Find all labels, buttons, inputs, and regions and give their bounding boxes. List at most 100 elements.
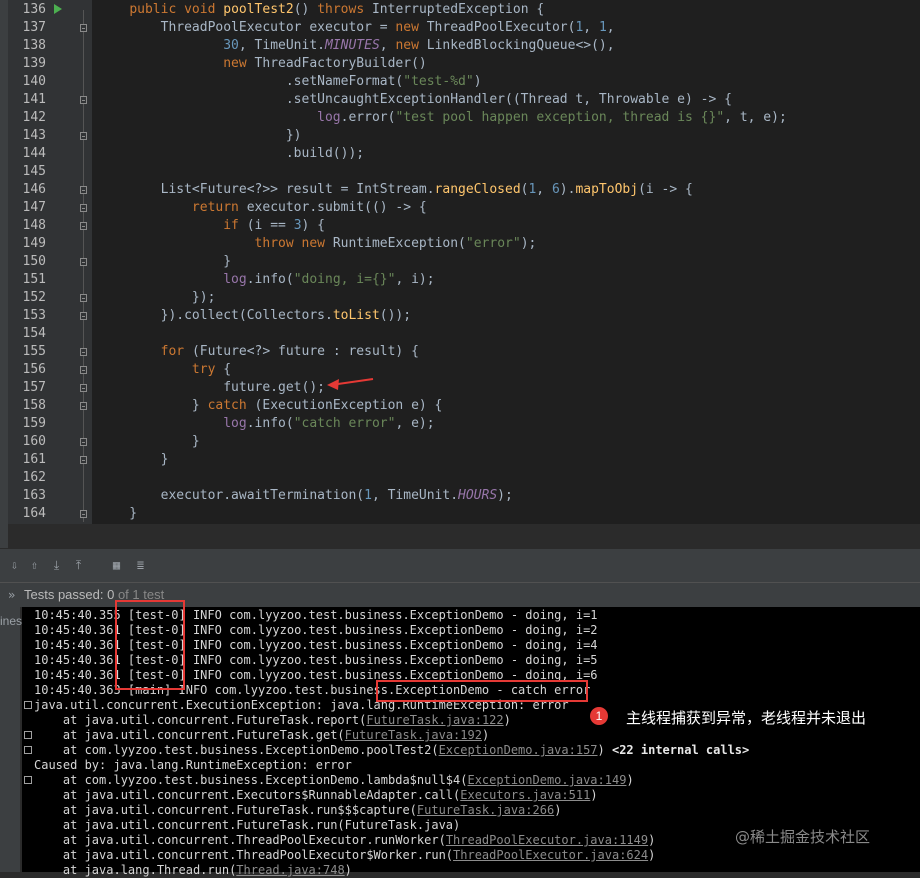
code-token: HOURS [458,488,498,503]
code-line[interactable]: } [98,451,169,469]
code-token: , [583,20,599,35]
stack-frame-link[interactable]: FutureTask.java:192 [345,728,482,742]
fold-marker-icon[interactable] [80,24,87,32]
code-line[interactable]: ThreadPoolExecutor executor = new Thread… [98,19,615,37]
fold-marker-icon[interactable] [80,402,87,410]
test-tree-panel[interactable]: ines [0,606,22,872]
fold-marker-icon[interactable] [80,96,87,104]
code-line[interactable]: } [98,253,231,271]
stacktrace-fold-icon[interactable] [24,701,32,709]
console-line: at java.util.concurrent.Executors$Runnab… [34,788,598,803]
code-token: () [293,2,318,17]
code-token: ). [559,182,576,197]
code-line[interactable]: if (i == 3) { [98,217,325,235]
code-line[interactable]: .setUncaughtExceptionHandler((Thread t, … [98,91,732,109]
line-number: 152 [22,290,46,305]
code-line[interactable]: log.info("catch error", e); [98,415,434,433]
code-line[interactable]: throw new RuntimeException("error"); [98,235,537,253]
code-line[interactable]: }).collect(Collectors.toList()); [98,307,411,325]
stack-frame-text: at java.lang.Thread.run( [34,863,237,877]
code-token: (Future<?> future : result) { [191,344,419,359]
line-number: 137 [22,20,46,35]
fold-marker-icon[interactable] [80,294,87,302]
code-line[interactable]: } [98,505,137,523]
code-line[interactable]: try { [98,361,231,379]
line-number: 139 [22,56,46,71]
code-line[interactable]: } [98,433,200,451]
code-line[interactable]: } catch (ExecutionException e) { [98,397,442,415]
fold-marker-icon[interactable] [80,258,87,266]
code-line[interactable]: List<Future<?>> result = IntStream.range… [98,181,693,199]
code-token: }) [98,128,302,143]
code-line[interactable]: future.get(); [98,379,325,397]
fold-marker-icon[interactable] [80,366,87,374]
code-line[interactable]: .build()); [98,145,364,163]
console-line: at java.util.concurrent.FutureTask.run$$… [34,803,562,818]
line-number: 153 [22,308,46,323]
console-line: at java.lang.Thread.run(Thread.java:748) [34,863,352,878]
fold-marker-icon[interactable] [80,186,87,194]
code-token: ); [520,236,537,251]
fold-marker-icon[interactable] [80,510,87,518]
code-line[interactable]: log.info("doing, i={}", i); [98,271,435,289]
code-token: executor.submit(() -> { [246,200,427,215]
table-icon[interactable]: ▦ [110,559,123,572]
line-number: 162 [22,470,46,485]
code-line[interactable]: for (Future<?> future : result) { [98,343,419,361]
code-line[interactable]: executor.awaitTermination(1, TimeUnit.HO… [98,487,513,505]
code-token: , i); [395,272,435,287]
fold-marker-icon[interactable] [80,456,87,464]
code-token: (ExecutionException e) { [254,398,443,413]
line-number: 142 [22,110,46,125]
code-line[interactable]: }) [98,127,302,145]
sort-up-icon[interactable]: ⇧ [28,559,41,572]
fold-marker-icon[interactable] [80,312,87,320]
export-icon[interactable]: ⤒ [72,559,85,572]
stack-frame-link[interactable]: Thread.java:748 [236,863,344,877]
console-line: Caused by: java.lang.RuntimeException: e… [34,758,352,773]
sort-down-icon[interactable]: ⇩ [8,559,21,572]
fold-marker-icon[interactable] [80,204,87,212]
stacktrace-fold-icon[interactable] [24,746,32,754]
code-line[interactable]: }); [98,289,216,307]
stacktrace-fold-icon[interactable] [24,731,32,739]
code-token: } [98,254,232,269]
code-token: rangeClosed [434,182,521,197]
fold-marker-icon[interactable] [80,132,87,140]
code-editor[interactable]: 136 137 138 139 140 141 142 143 144 145 146 147 148 1… [0,0,920,524]
fold-marker-icon[interactable] [80,384,87,392]
stack-frame-link[interactable]: FutureTask.java:266 [417,803,554,817]
fold-marker-icon[interactable] [80,438,87,446]
code-line[interactable]: public void poolTest2() throws Interrupt… [98,1,544,19]
settings-list-icon[interactable]: ≣ [134,559,147,572]
line-number: 164 [22,506,46,521]
stack-frame-link[interactable]: ExceptionDemo.java:149 [467,773,626,787]
internal-calls-fold: <22 internal calls> [611,743,750,757]
stack-frame-link[interactable]: ThreadPoolExecutor.java:624 [453,848,648,862]
stack-frame-link[interactable]: Executors.java:511 [460,788,590,802]
code-line[interactable]: .setNameFormat("test-%d") [98,73,482,91]
import-icon[interactable]: ⤓ [50,559,63,572]
console-line: at com.lyyzoo.test.business.ExceptionDem… [34,743,749,758]
code-line[interactable]: log.error("test pool happen exception, t… [98,109,787,127]
editor-gutter: 136 137 138 139 140 141 142 143 144 145 146 147 148 1… [8,0,92,524]
stack-frame-link[interactable]: ExceptionDemo.java:157 [439,743,598,757]
line-number: 158 [22,398,46,413]
stack-frame-link[interactable]: ThreadPoolExecutor.java:1149 [446,833,648,847]
line-number: 145 [22,164,46,179]
code-line[interactable]: 30, TimeUnit.MINUTES, new LinkedBlocking… [98,37,615,55]
stack-frame-link[interactable]: FutureTask.java:122 [366,713,503,727]
fold-marker-icon[interactable] [80,222,87,230]
code-token: LinkedBlockingQueue<>(), [426,38,615,53]
stacktrace-fold-icon[interactable] [24,776,32,784]
code-line[interactable]: new ThreadFactoryBuilder() [98,55,427,73]
run-test-icon[interactable] [54,4,62,14]
fold-marker-icon[interactable] [80,348,87,356]
stack-frame-suffix: ) [554,803,562,817]
console-line: at java.util.concurrent.FutureTask.run(F… [34,818,460,833]
stack-frame-suffix: ) [590,788,598,802]
code-token: ) { [301,218,325,233]
expand-chevron-icon[interactable]: » [8,588,15,602]
code-line[interactable]: return executor.submit(() -> { [98,199,427,217]
code-token: }).collect(Collectors. [98,308,333,323]
